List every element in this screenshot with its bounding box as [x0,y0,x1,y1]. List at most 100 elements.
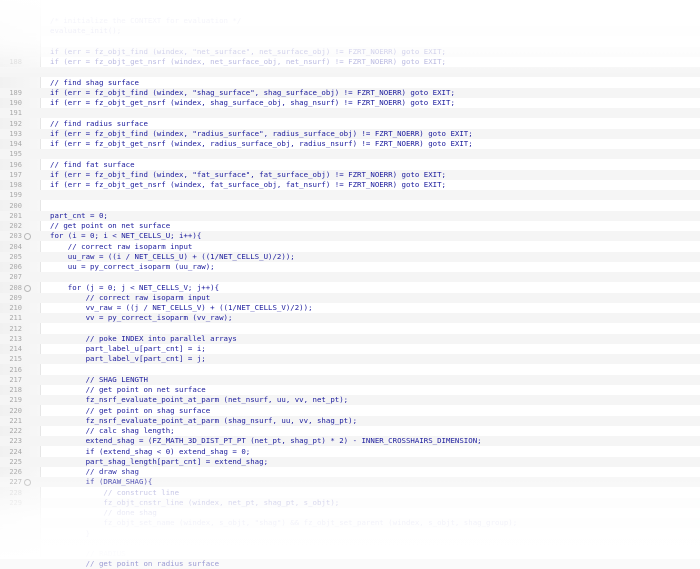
code-line[interactable]: 212 [0,324,700,334]
code-line[interactable]: 208 for (j = 0; j < NET_CELLS_V; j++){ [0,283,700,293]
code-line[interactable]: 201 part_cnt = 0; [0,210,700,221]
code-line[interactable]: 222 // calc shag length; [0,426,700,436]
code-text: for (j = 0; j < NET_CELLS_V; j++){ [50,282,220,292]
fold-toggle-icon[interactable] [24,284,31,292]
line-number: 216 [9,365,22,374]
line-number: 217 [9,375,22,384]
code-line[interactable]: 214 part_label_u[part_cnt] = i; [0,344,700,354]
line-number: 213 [9,334,22,343]
code-text: // poke INDEX into parallel arrays [50,333,237,343]
code-text: // find fat surface [50,159,135,169]
code-text: } [50,528,91,538]
code-line[interactable]: // done shag [0,508,700,518]
code-line[interactable]: fz_objt_set_name (windex, s_objt, "shag"… [0,518,700,529]
code-line[interactable]: 229 fz_objt_cnstr_line (windex, net_pt, … [0,497,700,508]
code-line[interactable]: 216 [0,365,700,375]
line-number: 201 [9,211,22,220]
code-line[interactable]: 198 if (err = fz_objt_get_nsrf (windex, f… [0,180,700,190]
code-line[interactable]: 227 if (DRAW_SHAG){ [0,477,700,488]
code-line[interactable]: 226 // draw shag [0,467,700,477]
code-line[interactable]: 220 // get point on shag surface [0,406,700,416]
line-number: 228 [9,488,22,497]
code-line[interactable]: 219 fz_nsrf_evaluate_point_at_parm (net_… [0,395,700,406]
line-number: 224 [9,447,22,456]
code-text: // get point on net surface [50,221,171,230]
line-number: 198 [9,181,22,189]
code-text: vv_raw = ((j / NET_CELLS_V) + ((1/NET_CE… [50,303,313,312]
code-line[interactable]: 188 if (err = fz_objt_get_nsrf (windex, n… [0,57,700,67]
code-line[interactable]: 228 // construct line [0,488,700,498]
code-line[interactable]: 195 [0,149,700,160]
code-line[interactable]: 224 if (extend_shag < 0) extend_shag = 0… [0,447,700,457]
code-line[interactable]: 193 if (err = fz_objt_find (windex, "radi… [0,128,700,139]
line-number: 219 [9,396,22,405]
code-line[interactable]: 206 uu = py_correct_isoparm (uu_raw); [0,262,700,272]
line-number: 196 [9,160,22,169]
code-line[interactable]: 213 // poke INDEX into parallel arrays [0,333,700,344]
code-editor[interactable]: /* initialize the CONTEXT for evaluation… [0,0,700,569]
code-text: extend_shag = (FZ_MATH_3D_DIST_PT_PT (ne… [50,436,482,446]
line-number: 195 [9,150,22,159]
code-line[interactable]: 194 if (err = fz_objt_get_nsrf (windex, r… [0,139,700,149]
code-text: // done shag [50,508,157,517]
code-line[interactable]: 211 vv = py_correct_isoparm (vv_raw); [0,313,700,324]
code-line[interactable]: 189 if (err = fz_objt_find (windex, "shag… [0,87,700,98]
code-text: if (err = fz_objt_get_nsrf (windex, radi… [50,139,473,148]
line-number: 203 [9,232,22,241]
code-line[interactable]: 200 [0,201,700,211]
code-text: fz_nsrf_evaluate_point_at_parm (shag_nsu… [50,415,358,425]
code-text: if (err = fz_objt_get_nsrf (windex, shag… [50,98,455,107]
line-number: 199 [9,191,22,200]
code-line[interactable]: 205 uu_raw = ((i / NET_CELLS_U) + ((1/NE… [0,251,700,262]
code-text: // correct raw isoparm input [50,292,211,302]
code-line[interactable]: evaluate_init(); [0,26,700,37]
code-line[interactable]: /* initialize the CONTEXT for evaluation… [0,16,700,26]
code-line[interactable]: 192 // find radius surface [0,119,700,129]
code-text: if (err = fz_objt_find (windex, "shag_su… [50,87,455,97]
code-line[interactable]: 203 for (i = 0; i < NET_CELLS_U; i++){ [0,231,700,242]
code-line[interactable]: 221 fz_nsrf_evaluate_point_at_parm (shag… [0,415,700,426]
line-number: 211 [9,314,22,323]
line-number: 225 [9,457,22,466]
code-line[interactable]: 218 // get point on net surface [0,385,700,395]
code-line[interactable]: // find shag surface [0,78,700,88]
line-number: 209 [9,293,22,302]
code-text: if (err = fz_objt_find (windex, "fat_sur… [50,169,447,179]
line-number: 200 [9,201,22,210]
code-line[interactable]: if (err = fz_objt_find (windex, "net_sur… [0,46,700,57]
code-line[interactable]: 217 // SHAG LENGTH [0,374,700,385]
line-number: 194 [9,140,22,148]
code-line[interactable]: 225 part_shag_length[part_cnt] = extend_… [0,456,700,467]
code-line[interactable]: } [0,529,700,539]
code-line[interactable]: 190 if (err = fz_objt_get_nsrf (windex, s… [0,98,700,108]
code-text: // construct line [50,487,180,497]
code-line[interactable]: 197 if (err = fz_objt_find (windex, "fat_… [0,169,700,180]
fold-toggle-icon[interactable] [24,233,31,241]
code-line[interactable]: 215 part_label_v[part_cnt] = j; [0,354,700,365]
code-line[interactable]: 196 // find fat surface [0,160,700,170]
code-line[interactable]: 207 [0,272,700,283]
code-line[interactable]: // get point on radius surface [0,559,700,569]
code-line[interactable]: 191 [0,108,700,119]
line-number: 226 [9,468,22,476]
code-text: fz_objt_cnstr_line (windex, net_pt, shag… [50,497,340,507]
code-line[interactable]: 199 [0,190,700,201]
code-line[interactable] [0,538,700,549]
code-line[interactable] [0,67,700,78]
code-text: // get point on radius surface [50,559,220,569]
code-text: // SHAG LENGTH [50,374,148,384]
code-text: vv = py_correct_isoparm (vv_raw); [50,313,233,323]
code-line[interactable]: // RADIUS [0,549,700,559]
code-line[interactable]: 202 // get point on net surface [0,221,700,231]
code-line[interactable]: 204 // correct raw isoparm input [0,242,700,252]
code-line[interactable]: 210 vv_raw = ((j / NET_CELLS_V) + ((1/NE… [0,303,700,313]
line-number: 193 [9,129,22,138]
code-line[interactable]: 209 // correct raw isoparm input [0,292,700,303]
code-line[interactable] [0,37,700,47]
line-number: 214 [9,345,22,353]
code-line[interactable]: 223 extend_shag = (FZ_MATH_3D_DIST_PT_PT… [0,436,700,447]
line-number: 205 [9,252,22,261]
fold-toggle-icon[interactable] [24,479,31,487]
line-number: 206 [9,263,22,271]
code-text: part_label_u[part_cnt] = i; [50,344,206,353]
